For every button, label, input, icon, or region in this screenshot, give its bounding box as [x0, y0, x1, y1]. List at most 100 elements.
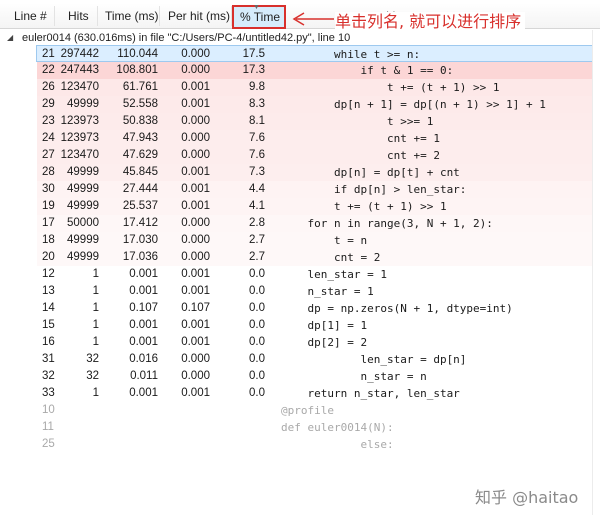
cell-time: 17.036: [122, 251, 158, 263]
watermark-text: 知乎 @haitao: [475, 488, 579, 507]
table-row[interactable]: 26 123470 61.761 0.001 9.8 t += (t + 1) >> 1: [37, 79, 600, 96]
column-header-hits[interactable]: Hits: [55, 6, 98, 26]
column-header-per-hit[interactable]: Per hit (ms): [160, 6, 232, 26]
cell-line-number: 13: [42, 285, 55, 297]
cell-line-contents: len_star = 1: [281, 268, 387, 281]
table-row[interactable]: 10 @profile: [37, 402, 600, 419]
cell-percent-time: 7.3: [249, 166, 265, 178]
table-row[interactable]: 17 50000 17.412 0.000 2.8 for n in range(3, …: [37, 215, 600, 232]
table-row[interactable]: 15 1 0.001 0.001 0.0 dp[1] = 1: [37, 317, 600, 334]
cell-line-contents: if t & 1 == 0:: [281, 64, 454, 77]
table-row[interactable]: 24 123973 47.943 0.000 7.6 cnt += 1: [37, 130, 600, 147]
cell-percent-time: 0.0: [249, 336, 265, 348]
cell-percent-time: 0.0: [249, 285, 265, 297]
cell-line-number: 33: [42, 387, 55, 399]
cell-per-hit: 0.000: [181, 234, 210, 246]
cell-line-contents: else:: [281, 438, 394, 451]
cell-line-contents: cnt += 1: [281, 132, 440, 145]
cell-percent-time: 0.0: [249, 370, 265, 382]
cell-percent-time: 2.8: [249, 217, 265, 229]
cell-line-number: 20: [42, 251, 55, 263]
cell-time: 0.001: [129, 268, 158, 280]
cell-line-number: 28: [42, 166, 55, 178]
column-header-line-number[interactable]: Line #: [0, 6, 55, 26]
cell-hits: 49999: [67, 166, 99, 178]
cell-line-contents: t += (t + 1) >> 1: [281, 81, 500, 94]
cell-line-number: 27: [42, 149, 55, 161]
cell-hits: 49999: [67, 234, 99, 246]
cell-hits: 1: [92, 302, 99, 314]
cell-time: 50.838: [122, 115, 158, 127]
table-row[interactable]: 18 49999 17.030 0.000 2.7 t = n: [37, 232, 600, 249]
table-row[interactable]: 14 1 0.107 0.107 0.0 dp = np.zeros(N + 1, dt…: [37, 300, 600, 317]
cell-time: 0.107: [129, 302, 158, 314]
cell-per-hit: 0.001: [181, 268, 210, 280]
cell-per-hit: 0.000: [181, 64, 210, 76]
table-row[interactable]: 28 49999 45.845 0.001 7.3 dp[n] = dp[t] + cn…: [37, 164, 600, 181]
annotation-arrow-icon: [292, 12, 334, 26]
cell-per-hit: 0.000: [181, 353, 210, 365]
cell-per-hit: 0.001: [181, 98, 210, 110]
table-row[interactable]: 25 else:: [37, 436, 600, 453]
cell-percent-time: 17.3: [242, 64, 265, 76]
cell-time: 110.044: [117, 48, 158, 60]
cell-line-contents: cnt += 2: [281, 149, 440, 162]
cell-line-number: 24: [42, 132, 55, 144]
cell-percent-time: 17.5: [242, 48, 265, 60]
cell-percent-time: 8.1: [249, 115, 265, 127]
table-row[interactable]: 27 123470 47.629 0.000 7.6 cnt += 2: [37, 147, 600, 164]
table-row[interactable]: 13 1 0.001 0.001 0.0 n_star = 1: [37, 283, 600, 300]
table-row[interactable]: 22 247443 108.801 0.000 17.3 if t & 1 == 0:: [37, 62, 600, 79]
table-row[interactable]: 33 1 0.001 0.001 0.0 return n_star, len_star: [37, 385, 600, 402]
cell-time: 47.943: [122, 132, 158, 144]
column-header-time[interactable]: Time (ms): [98, 6, 160, 26]
table-row[interactable]: 30 49999 27.444 0.001 4.4 if dp[n] > len_sta…: [37, 181, 600, 198]
cell-line-contents: t >>= 1: [281, 115, 434, 128]
table-row[interactable]: 23 123973 50.838 0.000 8.1 t >>= 1: [37, 113, 600, 130]
cell-line-number: 22: [42, 64, 55, 76]
cell-hits: 123973: [60, 132, 99, 144]
cell-hits: 1: [92, 268, 99, 280]
watermark: 知乎 @haitao: [475, 484, 578, 508]
cell-time: 52.558: [122, 98, 158, 110]
cell-time: 108.801: [116, 64, 158, 76]
cell-line-number: 31: [42, 353, 55, 365]
cell-line-number: 25: [42, 438, 55, 450]
table-row[interactable]: 11 def euler0014(N):: [37, 419, 600, 436]
table-row[interactable]: 21 297442 110.044 0.000 17.5 while t >= n:: [36, 45, 600, 62]
scrollbar-track[interactable]: [592, 30, 600, 515]
cell-line-contents: t += (t + 1) >> 1: [281, 200, 447, 213]
cell-per-hit: 0.001: [181, 166, 210, 178]
cell-per-hit: 0.001: [181, 183, 210, 195]
cell-per-hit: 0.000: [181, 251, 210, 263]
cell-hits: 123470: [60, 81, 99, 93]
cell-line-number: 15: [42, 319, 55, 331]
cell-hits: 297442: [60, 48, 99, 60]
cell-time: 0.001: [129, 319, 158, 331]
table-row[interactable]: 19 49999 25.537 0.001 4.1 t += (t + 1) >> 1: [37, 198, 600, 215]
cell-per-hit: 0.107: [181, 302, 210, 314]
cell-line-number: 30: [42, 183, 55, 195]
cell-per-hit: 0.001: [181, 387, 210, 399]
cell-per-hit: 0.000: [181, 115, 210, 127]
cell-per-hit: 0.000: [181, 217, 210, 229]
cell-line-number: 21: [42, 48, 55, 60]
cell-hits: 247443: [60, 64, 99, 76]
collapse-triangle-icon[interactable]: ◢: [7, 30, 13, 46]
table-row[interactable]: 16 1 0.001 0.001 0.0 dp[2] = 2: [37, 334, 600, 351]
cell-percent-time: 4.1: [249, 200, 265, 212]
cell-percent-time: 0.0: [249, 268, 265, 280]
table-row[interactable]: 31 32 0.016 0.000 0.0 len_star = dp[n]: [37, 351, 600, 368]
cell-per-hit: 0.001: [181, 336, 210, 348]
table-row[interactable]: 20 49999 17.036 0.000 2.7 cnt = 2: [37, 249, 600, 266]
table-row[interactable]: 32 32 0.011 0.000 0.0 n_star = n: [37, 368, 600, 385]
function-summary-row[interactable]: ◢ euler0014 (630.016ms) in file "C:/User…: [0, 30, 600, 46]
table-row[interactable]: 12 1 0.001 0.001 0.0 len_star = 1: [37, 266, 600, 283]
cell-line-contents: len_star = dp[n]: [281, 353, 467, 366]
cell-line-number: 14: [42, 302, 55, 314]
cell-time: 0.001: [129, 336, 158, 348]
cell-line-contents: for n in range(3, N + 1, 2):: [281, 217, 493, 230]
cell-line-contents: def euler0014(N):: [281, 421, 394, 434]
table-row[interactable]: 29 49999 52.558 0.001 8.3 dp[n + 1] = dp[(n …: [37, 96, 600, 113]
cell-time: 47.629: [122, 149, 158, 161]
